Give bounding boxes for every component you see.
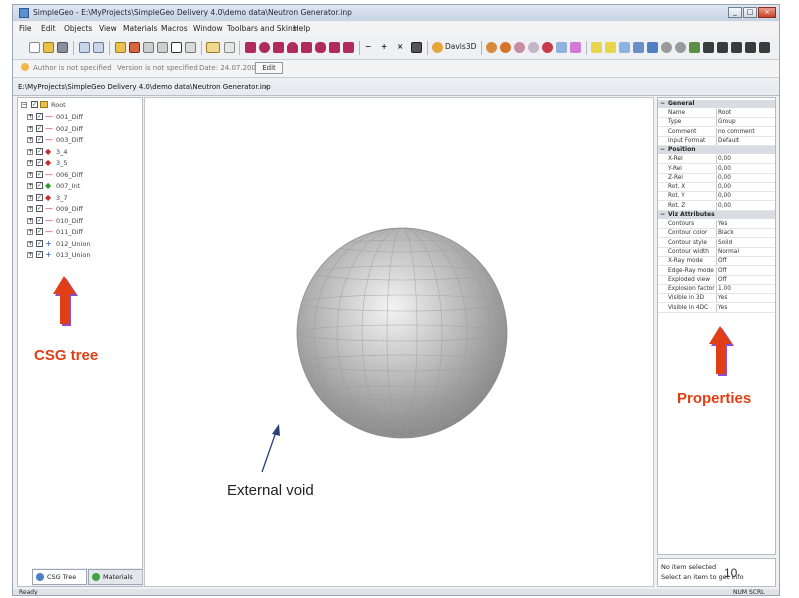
csg-tree-arrow [53, 276, 78, 326]
properties-arrow [709, 326, 734, 376]
csg-tree-annotation: CSG tree [34, 347, 99, 364]
page-number: 10 [724, 566, 738, 580]
annotation-overlay [53, 276, 734, 473]
external-void-arrow [261, 424, 280, 473]
properties-annotation: Properties [677, 390, 752, 407]
external-void-annotation: External void [227, 482, 314, 499]
